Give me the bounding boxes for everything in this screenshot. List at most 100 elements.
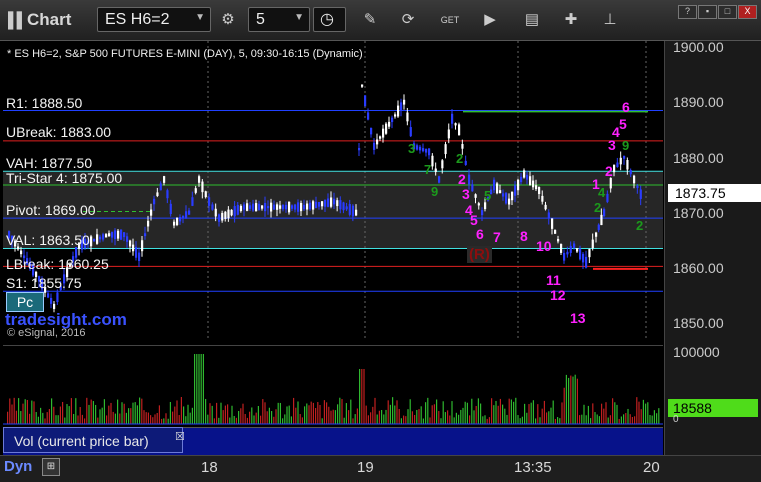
toolbar: ▌▌ Chart ES H6=2 ▼ ⚙ 5 ▼ ◷ ✎ ⟳ GET ▶ ▤ ✚… — [0, 0, 761, 41]
dyn-button[interactable]: Dyn — [4, 458, 32, 475]
maximize-button[interactable]: □ — [718, 5, 737, 19]
pencil-icon[interactable]: ✎ — [358, 8, 382, 32]
candle-body — [297, 202, 300, 212]
volume-pane[interactable] — [3, 345, 663, 426]
volume-study-tab[interactable]: Vol (current price bar) ☒ — [3, 427, 185, 453]
candle-body — [379, 136, 382, 139]
candle-body — [227, 209, 230, 219]
volume-bar — [128, 408, 130, 424]
candle-body — [400, 102, 403, 111]
ticket-icon[interactable]: ▤ — [520, 8, 544, 32]
volume-bar — [361, 369, 363, 424]
candle-body — [135, 246, 138, 258]
volume-bar — [334, 410, 336, 424]
count-label: 7 — [493, 229, 501, 245]
volume-bar — [62, 401, 64, 424]
volume-bar — [482, 416, 484, 424]
volume-bar — [211, 405, 213, 424]
volume-bar — [418, 409, 420, 424]
volume-bar — [422, 418, 424, 424]
volume-bar — [504, 408, 506, 424]
candle-body — [474, 194, 477, 198]
volume-bar — [233, 415, 235, 424]
volume-bar — [341, 399, 343, 424]
count-label-green: 5 — [484, 188, 492, 203]
volume-bar — [288, 405, 290, 424]
volume-bar — [433, 404, 435, 424]
minimize-button[interactable]: ▪ — [698, 5, 717, 19]
candle-body — [47, 293, 50, 298]
candle-body — [563, 252, 566, 261]
volume-bar — [22, 403, 24, 424]
candle-body — [239, 205, 243, 212]
volume-bar — [24, 399, 26, 424]
candle-body — [246, 203, 249, 211]
tools-icon[interactable]: ✚ — [559, 8, 583, 32]
volume-bar — [374, 397, 376, 424]
candle-body — [236, 204, 239, 215]
clock-icon: ◷ — [320, 11, 334, 28]
volume-bar — [187, 404, 189, 424]
candle-body — [267, 205, 270, 209]
volume-bar — [299, 414, 301, 424]
level-label-vah: VAH: 1877.50 — [6, 155, 93, 171]
volume-bar — [132, 402, 134, 424]
volume-bar — [442, 401, 444, 424]
interval-select[interactable]: 5 ▼ — [248, 7, 310, 32]
link-icon[interactable]: ⚙ — [216, 8, 240, 32]
get-icon[interactable]: GET — [438, 8, 462, 32]
candle-body — [138, 252, 141, 261]
volume-bar — [592, 403, 594, 424]
volume-bar — [568, 377, 570, 424]
refresh-icon[interactable]: ⟳ — [396, 8, 420, 32]
candle-body — [361, 84, 364, 87]
volume-bar — [191, 407, 193, 424]
play-icon[interactable]: ▶ — [478, 8, 502, 32]
clock-button[interactable]: ◷ — [313, 7, 346, 32]
pause-icon[interactable]: ▌▌ — [8, 12, 27, 29]
candle-body — [461, 144, 464, 149]
volume-bar — [255, 412, 257, 424]
candle-body — [364, 95, 367, 107]
volume-bar — [656, 413, 658, 424]
pc-badge[interactable]: Pc — [6, 292, 44, 312]
volume-bar — [260, 415, 262, 424]
volume-bar — [543, 400, 545, 424]
volume-bar — [378, 410, 380, 424]
volume-bar — [99, 409, 101, 424]
volume-bar — [33, 401, 35, 424]
close-icon[interactable]: ☒ — [175, 430, 185, 443]
dyn-settings-icon[interactable]: ⊞ — [42, 458, 60, 476]
candle-body — [273, 204, 276, 210]
volume-bar — [640, 409, 642, 424]
candle-body — [261, 205, 264, 209]
pin-icon[interactable]: ⊥ — [598, 8, 622, 32]
symbol-select[interactable]: ES H6=2 ▼ — [97, 7, 211, 32]
candle-body — [595, 232, 598, 237]
volume-bar — [15, 410, 17, 424]
candle-body — [585, 256, 588, 268]
volume-bar — [330, 410, 332, 424]
volume-bar — [286, 406, 288, 424]
candle-body — [315, 201, 318, 208]
volume-bar — [176, 400, 178, 424]
candle-body — [144, 233, 147, 237]
volume-bar — [367, 415, 369, 424]
volume-bar — [449, 415, 451, 424]
volume-bar — [436, 399, 438, 424]
candle-body — [264, 203, 267, 212]
volume-bar — [37, 416, 39, 424]
volume-bar — [304, 406, 306, 424]
chevron-down-icon: ▼ — [294, 12, 304, 23]
candle-body — [208, 197, 211, 206]
volume-bar — [620, 416, 622, 424]
close-button[interactable]: X — [738, 5, 757, 19]
volume-bar — [284, 414, 286, 424]
volume-bar — [411, 411, 413, 424]
help-button[interactable]: ? — [678, 5, 697, 19]
candle-body — [166, 190, 169, 199]
candle-body — [441, 160, 444, 169]
candle-body — [623, 155, 626, 159]
candle-body — [597, 224, 600, 230]
candle-body — [573, 243, 576, 248]
